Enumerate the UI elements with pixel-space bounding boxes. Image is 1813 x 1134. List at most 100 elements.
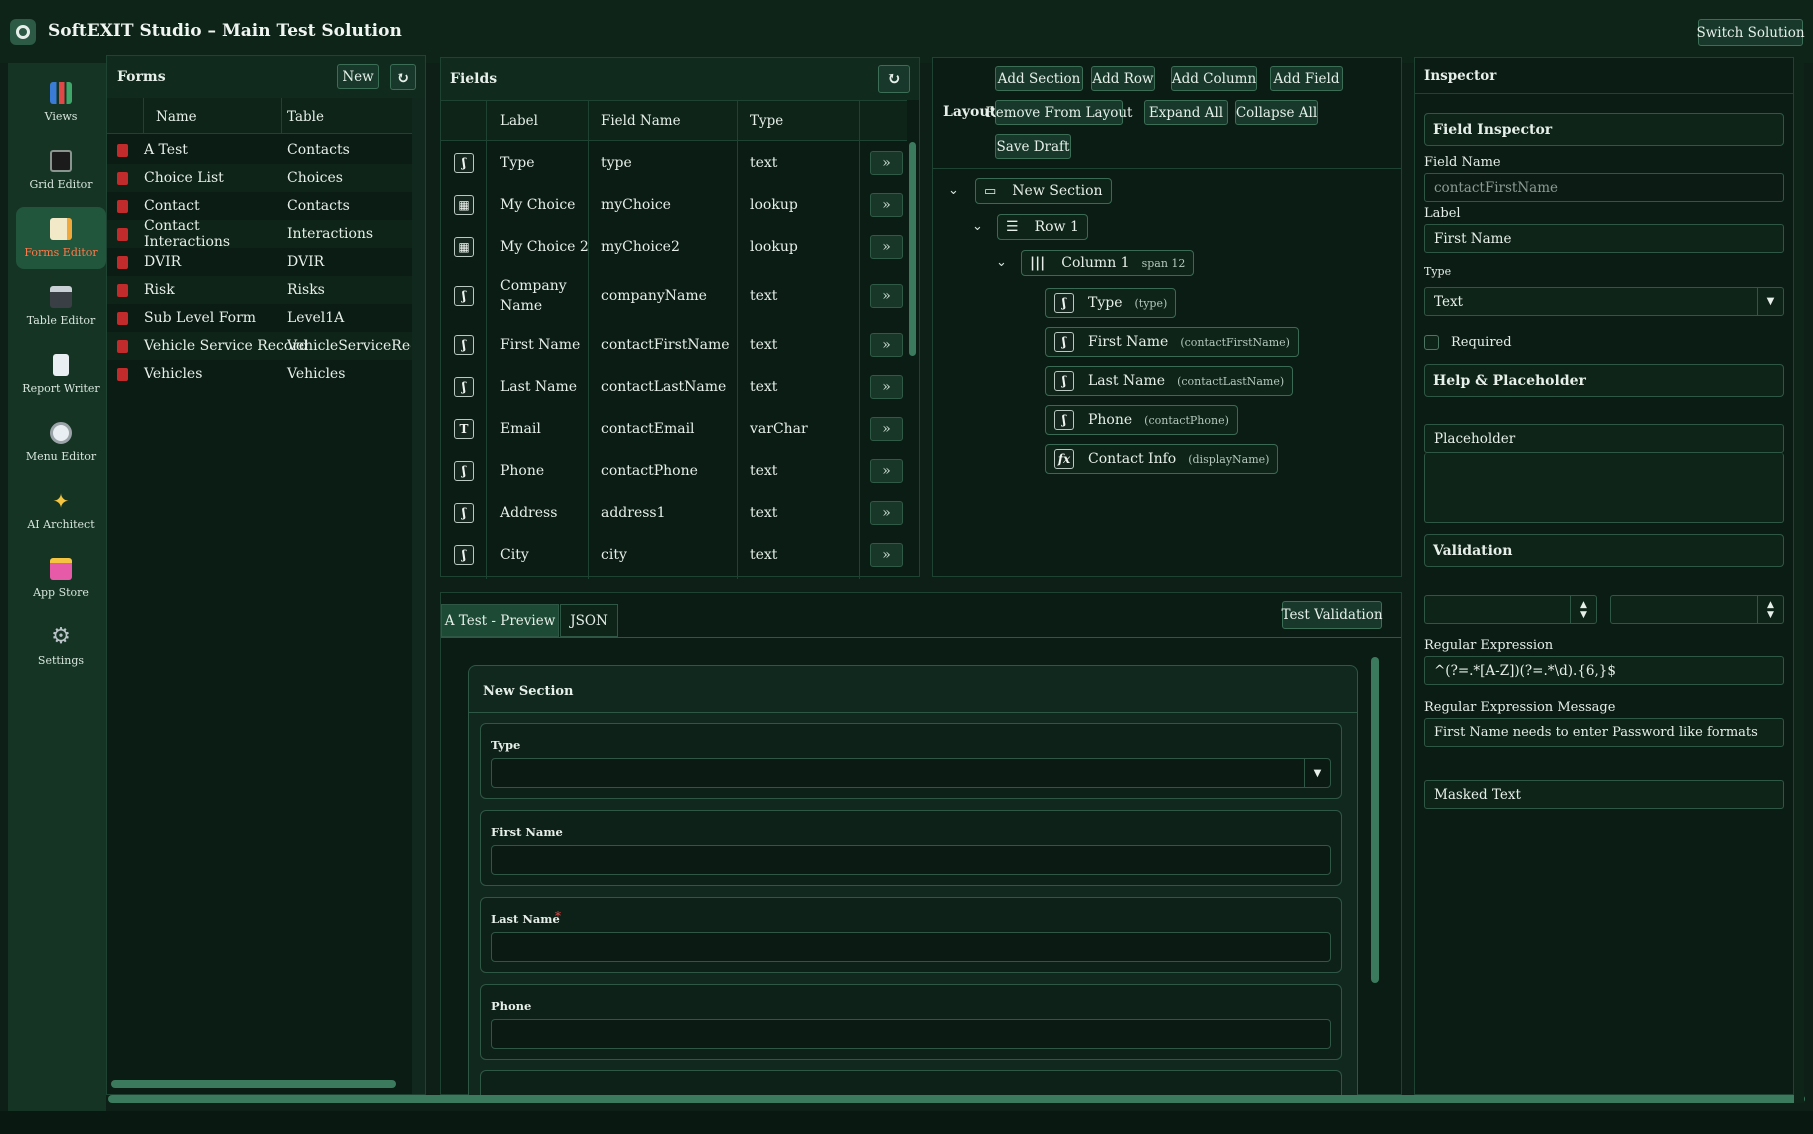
phone-input[interactable] — [491, 1019, 1331, 1049]
table-row[interactable]: ▦ My Choice myChoice lookup » — [441, 184, 907, 226]
min-length-stepper[interactable]: ▲ ▼ — [1424, 595, 1597, 624]
tree-field-node[interactable]: ʃ Phone (contactPhone) — [1045, 405, 1238, 435]
fields-vertical-scrollbar[interactable] — [909, 142, 916, 356]
add-field-chevron-icon[interactable]: » — [870, 151, 903, 175]
table-row[interactable]: DVIR DVIR — [107, 248, 412, 276]
trash-icon[interactable] — [117, 227, 128, 241]
table-row[interactable]: ▦ My Choice 2 myChoice2 lookup » — [441, 226, 907, 268]
add-row-button[interactable]: Add Row — [1091, 66, 1155, 91]
table-row[interactable]: Sub Level Form Level1A — [107, 304, 412, 332]
required-checkbox[interactable] — [1424, 335, 1439, 350]
help-placeholder-header[interactable]: Help & Placeholder — [1424, 364, 1784, 397]
tab-preview[interactable]: A Test - Preview — [441, 604, 559, 637]
table-row[interactable]: ʃ Type type text » — [441, 142, 907, 184]
trash-icon[interactable] — [117, 283, 128, 297]
table-row[interactable]: Risk Risks — [107, 276, 412, 304]
trash-icon[interactable] — [117, 171, 128, 185]
type-select[interactable]: Text ▼ — [1424, 287, 1784, 316]
table-row[interactable]: ʃ Address address1 text » — [441, 492, 907, 534]
add-field-chevron-icon[interactable]: » — [870, 284, 903, 308]
switch-solution-button[interactable]: Switch Solution — [1696, 19, 1805, 46]
add-field-chevron-icon[interactable]: » — [870, 417, 903, 441]
forms-horizontal-scrollbar[interactable] — [111, 1080, 396, 1088]
tree-field-node[interactable]: ʃ First Name (contactFirstName) — [1045, 327, 1299, 357]
tree-field-node[interactable]: ʃ Last Name (contactLastName) — [1045, 366, 1294, 396]
add-field-chevron-icon[interactable]: » — [870, 235, 903, 259]
first-name-input[interactable] — [491, 845, 1331, 875]
collapse-all-button[interactable]: Collapse All — [1235, 100, 1318, 125]
max-length-stepper[interactable]: ▲ ▼ — [1610, 595, 1784, 624]
preview-scrollbar[interactable] — [1371, 657, 1379, 983]
add-field-chevron-icon[interactable]: » — [870, 543, 903, 567]
forms-vertical-scrollbar[interactable] — [412, 98, 425, 1094]
regex-message-input[interactable]: First Name needs to enter Password like … — [1424, 718, 1784, 747]
chevron-down-icon[interactable]: ⌄ — [972, 219, 983, 234]
label-input[interactable]: First Name — [1424, 224, 1784, 253]
main-horizontal-scrollbar[interactable] — [108, 1095, 1805, 1103]
new-form-button[interactable]: New — [337, 64, 379, 89]
test-validation-button[interactable]: Test Validation — [1281, 601, 1383, 629]
add-section-button[interactable]: Add Section — [995, 66, 1083, 91]
add-field-chevron-icon[interactable]: » — [870, 375, 903, 399]
nav-item-settings[interactable]: ⚙ Settings — [16, 615, 106, 677]
type-select[interactable]: ▼ — [491, 758, 1331, 788]
field-inspector-header[interactable]: Field Inspector — [1424, 113, 1784, 146]
masked-text-input[interactable]: Masked Text — [1424, 780, 1784, 809]
table-row[interactable]: Vehicle Service RecordVehicleServiceReco… — [107, 332, 412, 360]
nav-item-views[interactable]: Views — [16, 71, 106, 133]
trash-icon[interactable] — [117, 255, 128, 269]
trash-icon[interactable] — [117, 199, 128, 213]
table-row[interactable]: T Email contactEmail varChar » — [441, 408, 907, 450]
table-row[interactable]: A Test Contacts — [107, 136, 412, 164]
trash-icon[interactable] — [117, 339, 128, 353]
trash-icon[interactable] — [117, 311, 128, 325]
add-column-button[interactable]: Add Column — [1171, 66, 1257, 91]
add-field-button[interactable]: Add Field — [1270, 66, 1343, 91]
nav-item-grid-editor[interactable]: Grid Editor — [16, 139, 106, 201]
stepper-icon[interactable]: ▲ ▼ — [1757, 596, 1783, 623]
nav-item-table-editor[interactable]: Table Editor — [16, 275, 106, 337]
nav-item-report-writer[interactable]: Report Writer — [16, 343, 106, 405]
table-row[interactable]: ʃ Phone contactPhone text » — [441, 450, 907, 492]
last-name-input[interactable] — [491, 932, 1331, 962]
placeholder-input[interactable]: Placeholder — [1424, 424, 1784, 453]
add-field-chevron-icon[interactable]: » — [870, 501, 903, 525]
validation-header[interactable]: Validation — [1424, 534, 1784, 567]
table-row[interactable]: ʃ Company Name companyName text » — [441, 268, 907, 324]
refresh-forms-icon[interactable]: ↻ — [390, 64, 416, 90]
tree-row-node[interactable]: ☰ Row 1 — [997, 214, 1088, 240]
nav-item-app-store[interactable]: App Store — [16, 547, 106, 609]
table-row[interactable]: Choice List Choices — [107, 164, 412, 192]
chevron-down-icon[interactable]: ⌄ — [948, 183, 959, 198]
table-row[interactable]: Contact Interactions Interactions — [107, 218, 412, 250]
nav-item-menu-editor[interactable]: Menu Editor — [16, 411, 106, 473]
add-field-chevron-icon[interactable]: » — [870, 193, 903, 217]
regex-input[interactable]: ^(?=.*[A-Z])(?=.*\d).{6,}$ — [1424, 656, 1784, 685]
chevron-down-icon[interactable]: ▼ — [1757, 288, 1783, 315]
stepper-icon[interactable]: ▲ ▼ — [1570, 596, 1596, 623]
table-row[interactable]: Contact Contacts — [107, 192, 412, 220]
refresh-fields-icon[interactable]: ↻ — [878, 65, 910, 93]
chevron-down-icon[interactable]: ⌄ — [996, 255, 1007, 270]
nav-item-forms-editor[interactable]: Forms Editor — [16, 207, 106, 269]
trash-icon[interactable] — [117, 143, 128, 157]
nav-item-ai-architect[interactable]: ✦ AI Architect — [16, 479, 106, 541]
table-row[interactable]: ʃ City city text » — [441, 534, 907, 576]
add-field-chevron-icon[interactable]: » — [870, 333, 903, 357]
save-draft-button[interactable]: Save Draft — [995, 134, 1071, 159]
table-row[interactable]: Vehicles Vehicles — [107, 360, 412, 388]
trash-icon[interactable] — [117, 367, 128, 381]
tree-field-node[interactable]: fx Contact Info (displayName) — [1045, 444, 1279, 474]
expand-all-button[interactable]: Expand All — [1144, 100, 1228, 125]
tree-section-node[interactable]: ▭ New Section — [975, 178, 1112, 204]
tree-field-node[interactable]: ʃ Type (type) — [1045, 288, 1177, 318]
help-text-area[interactable] — [1424, 453, 1784, 523]
table-row[interactable]: ʃ First Name contactFirstName text » — [441, 324, 907, 366]
remove-from-layout-button[interactable]: Remove From Layout — [986, 100, 1132, 125]
tree-column-node[interactable]: ||| Column 1 span 12 — [1021, 250, 1195, 276]
add-field-chevron-icon[interactable]: » — [870, 459, 903, 483]
table-row[interactable]: ʃ Last Name contactLastName text » — [441, 366, 907, 408]
chevron-down-icon[interactable]: ▼ — [1304, 759, 1330, 787]
nav-label: Grid Editor — [29, 177, 93, 191]
tab-json[interactable]: JSON — [560, 604, 618, 637]
